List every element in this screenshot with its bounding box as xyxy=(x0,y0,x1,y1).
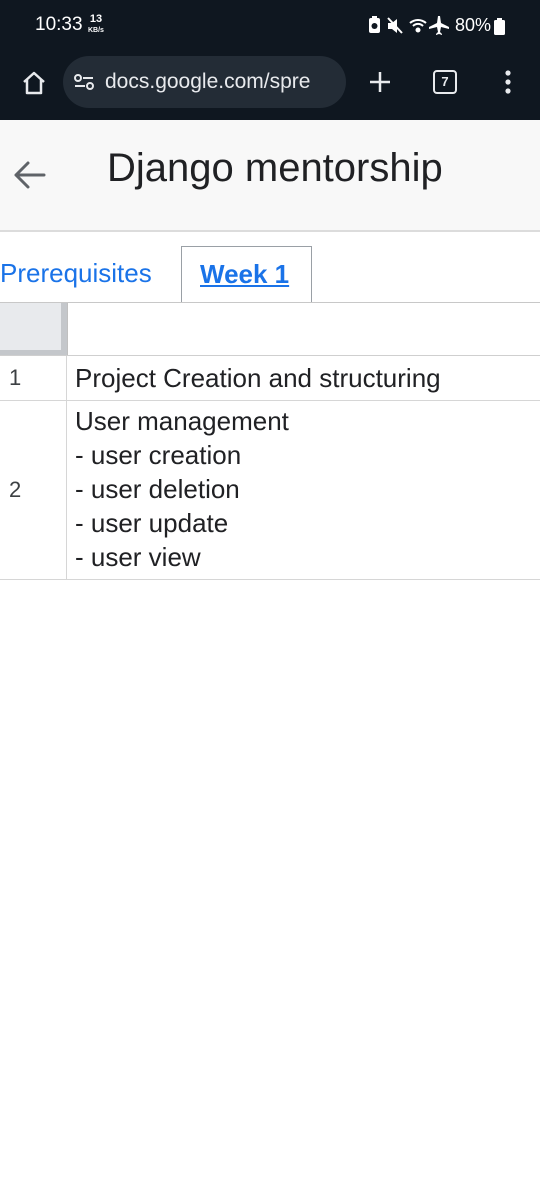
page-title: Django mentorship xyxy=(107,146,443,190)
network-speed: 13 KB/s xyxy=(88,13,104,35)
cell-line: User management xyxy=(75,406,289,436)
cell-line: - user creation xyxy=(75,440,242,470)
network-speed-value: 13 xyxy=(89,13,103,25)
new-tab-icon[interactable] xyxy=(366,68,394,96)
select-all-corner[interactable] xyxy=(0,303,68,355)
site-settings-icon[interactable] xyxy=(73,71,95,93)
tab-week-1-label[interactable]: Week 1 xyxy=(200,259,289,290)
battery-icon xyxy=(494,18,505,35)
status-bar: 10:33 13 KB/s 80% xyxy=(0,0,540,54)
app-bar: Django mentorship xyxy=(0,120,540,232)
network-speed-unit: KB/s xyxy=(88,27,104,34)
status-time: 10:33 xyxy=(35,14,83,35)
cell-text[interactable]: User management - user creation - user d… xyxy=(75,404,289,574)
row-number[interactable]: 2 xyxy=(0,401,67,579)
sheet-tabs: Prerequisites Week 1 xyxy=(0,246,540,303)
back-arrow-icon[interactable] xyxy=(8,153,52,197)
battery-saver-icon xyxy=(369,16,380,33)
cell-line: Project Creation and structuring xyxy=(75,363,441,393)
cell-line: - user view xyxy=(75,542,201,572)
wifi-icon xyxy=(409,19,427,33)
airplane-icon xyxy=(429,16,449,35)
home-icon[interactable] xyxy=(18,67,50,99)
tabs-divider xyxy=(0,302,540,303)
tab-switcher-button[interactable]: 7 xyxy=(433,70,457,94)
battery-percent: 80% xyxy=(455,15,492,35)
address-bar[interactable]: docs.google.com/spre xyxy=(63,56,346,108)
more-menu-icon[interactable] xyxy=(500,68,516,96)
cell-line: - user update xyxy=(75,508,229,538)
cell-text[interactable]: Project Creation and structuring xyxy=(75,361,441,395)
browser-toolbar: docs.google.com/spre 7 xyxy=(0,54,540,120)
url-text[interactable]: docs.google.com/spre xyxy=(105,70,341,94)
row-number[interactable]: 1 xyxy=(0,356,67,400)
tab-week-1[interactable]: Week 1 xyxy=(181,246,312,302)
status-icons xyxy=(369,16,449,35)
tab-prerequisites[interactable]: Prerequisites xyxy=(0,258,152,289)
cell-line: - user deletion xyxy=(75,474,240,504)
table-row[interactable]: 1 Project Creation and structuring xyxy=(0,356,540,401)
mute-icon xyxy=(387,17,403,34)
table-row[interactable]: 2 User management - user creation - user… xyxy=(0,401,540,580)
